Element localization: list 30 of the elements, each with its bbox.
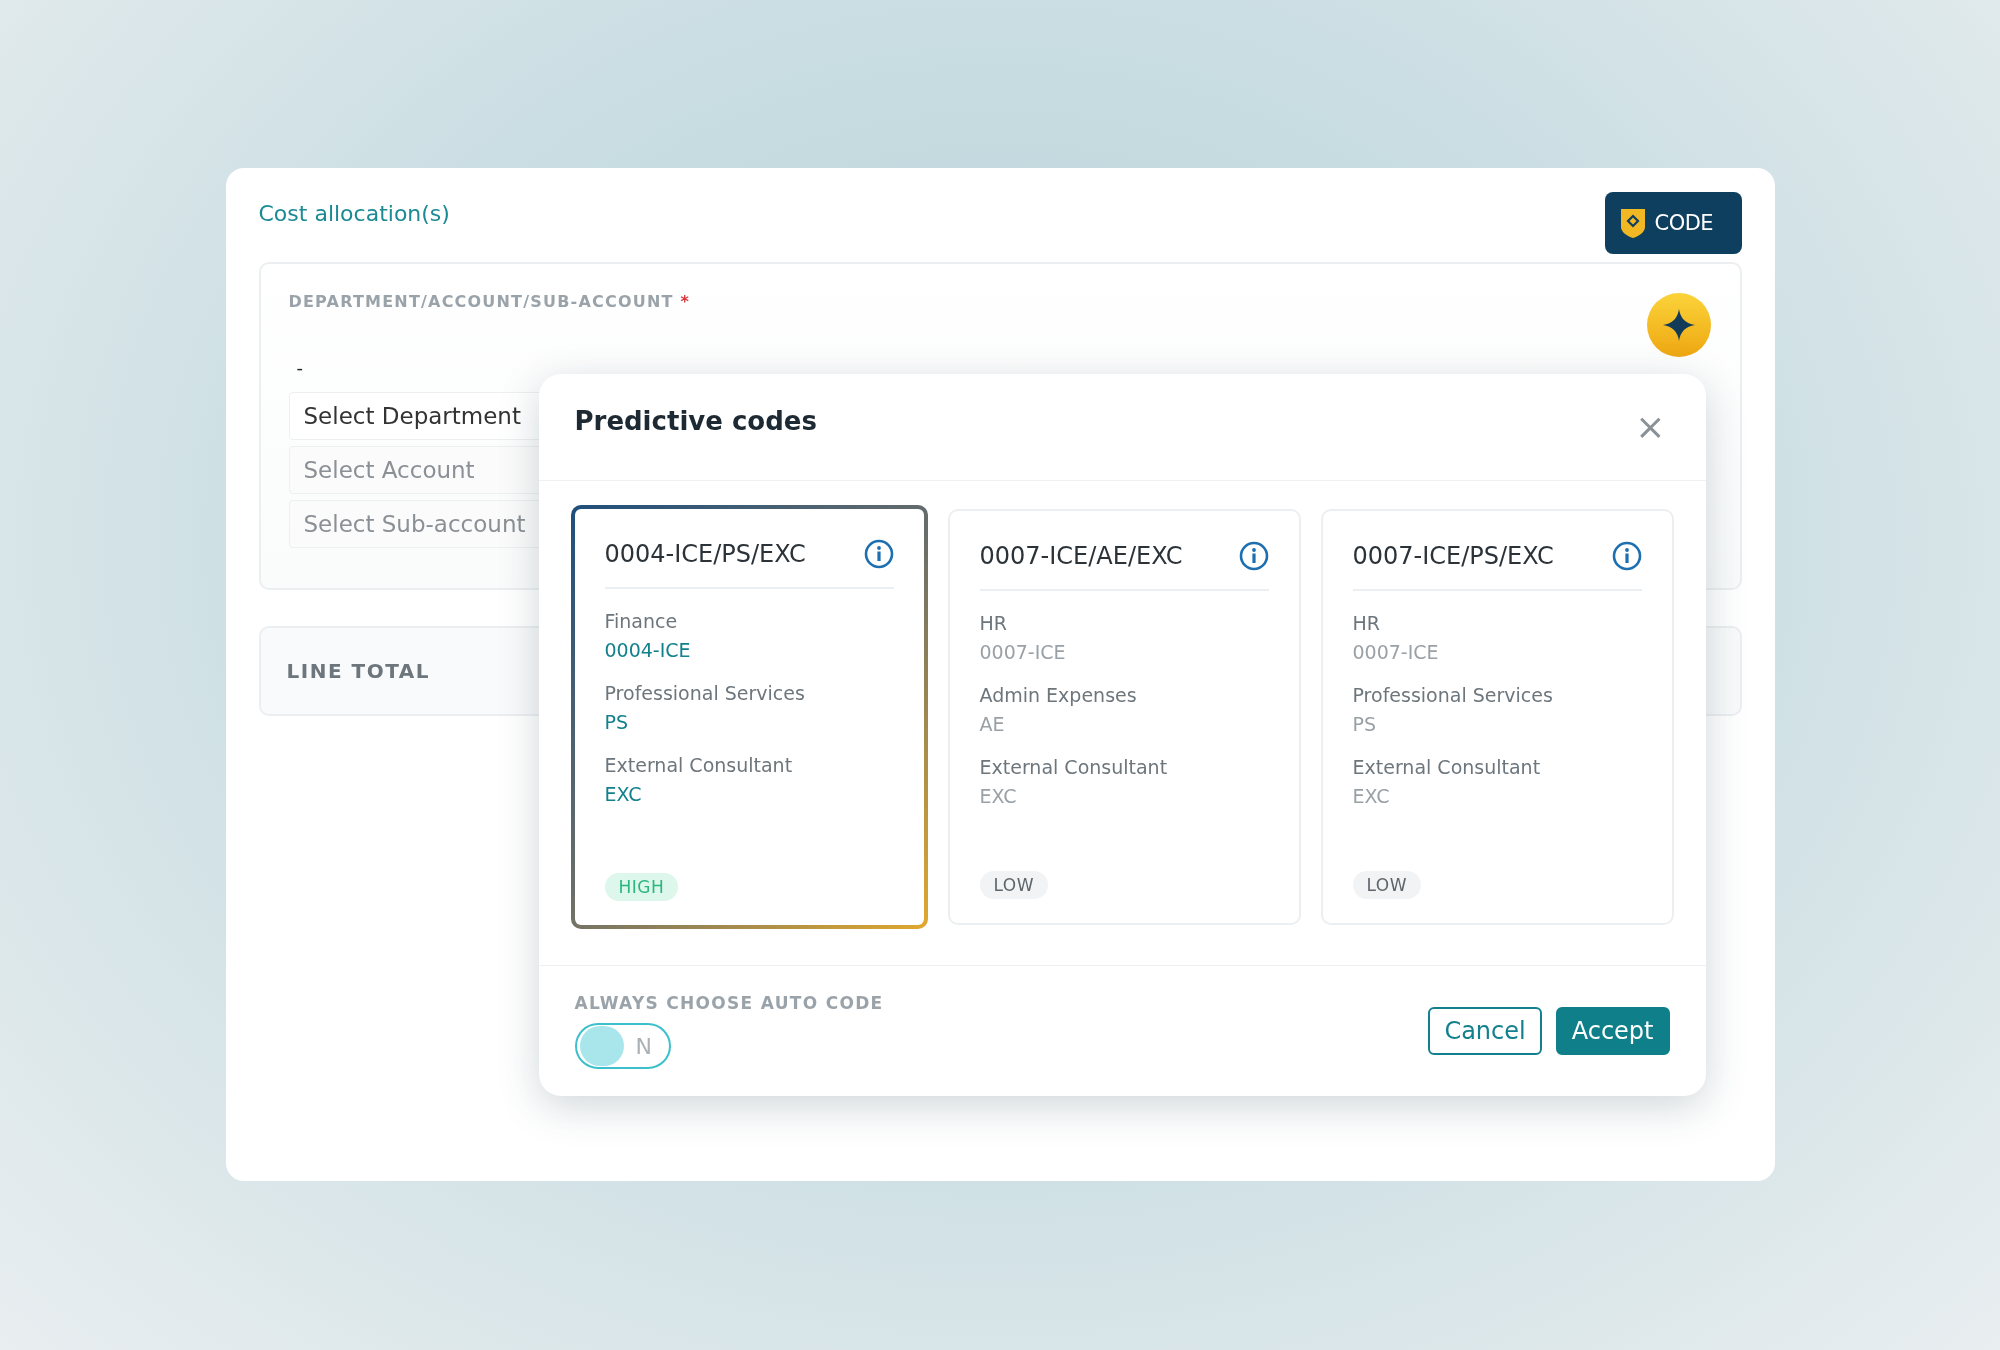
segment-code: AE (979, 712, 1006, 737)
segment-code: PS (1352, 712, 1378, 737)
confidence-badge: LOW (1352, 871, 1422, 899)
segment-code: 0007-ICE (1352, 640, 1440, 665)
segment-name: External Consultant (979, 755, 1169, 780)
option-code: 0007-ICE/AE/EXC (979, 542, 1183, 570)
line-total-label: LINE TOTAL (286, 659, 430, 683)
section-title: Cost allocation(s) (258, 200, 450, 226)
segment-code: EXC (604, 782, 643, 807)
field-value: - (296, 357, 303, 378)
segment-name: Professional Services (604, 681, 806, 706)
segment-name: Professional Services (1352, 683, 1554, 708)
segment-name: Admin Expenses (979, 683, 1138, 708)
option-code: 0004-ICE/PS/EXC (604, 540, 806, 568)
auto-code-label: ALWAYS CHOOSE AUTO CODE (574, 993, 884, 1013)
confidence-badge: LOW (979, 871, 1049, 899)
dialog-title: Predictive codes (574, 406, 817, 436)
field-label: DEPARTMENT/ACCOUNT/SUB-ACCOUNT * (288, 292, 690, 311)
confidence-badge: HIGH (604, 873, 679, 901)
segment-name: External Consultant (1352, 755, 1542, 780)
segment-name: External Consultant (604, 753, 794, 778)
segment-code: EXC (1352, 784, 1391, 809)
segment-code: 0004-ICE (604, 638, 692, 663)
segment-code: PS (604, 710, 630, 735)
segment-code: EXC (979, 784, 1018, 809)
option-code: 0007-ICE/PS/EXC (1352, 542, 1554, 570)
segment-name: Finance (604, 609, 679, 634)
segment-code: 0007-ICE (979, 640, 1067, 665)
segment-name: HR (979, 611, 1008, 636)
segment-name: HR (1352, 611, 1381, 636)
